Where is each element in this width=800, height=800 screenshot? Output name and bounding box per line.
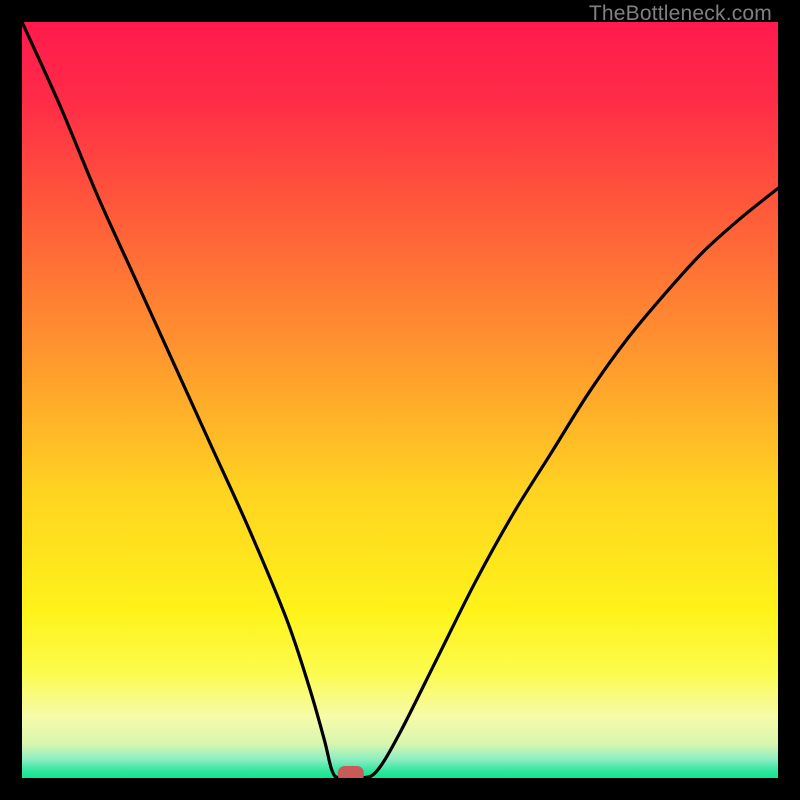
marker-dot: [338, 766, 364, 778]
watermark-label: TheBottleneck.com: [589, 2, 772, 26]
chart-frame: [22, 22, 778, 778]
bottleneck-chart: [22, 22, 778, 778]
gradient-background: [22, 22, 778, 778]
